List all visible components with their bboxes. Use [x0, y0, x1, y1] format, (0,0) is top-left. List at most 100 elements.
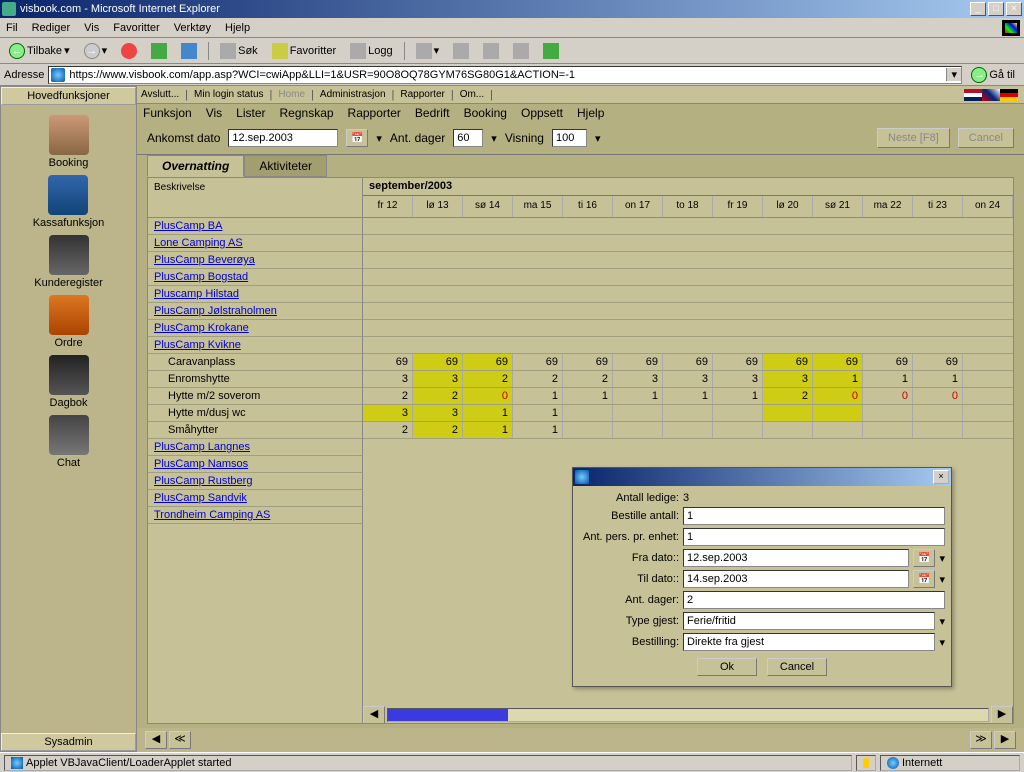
- search-button[interactable]: Søk: [215, 40, 263, 62]
- availability-cell[interactable]: 69: [613, 354, 663, 370]
- tree-row[interactable]: PlusCamp Sandvik: [148, 490, 362, 507]
- availability-cell[interactable]: [863, 405, 913, 421]
- back-button[interactable]: ←Tilbake▾: [4, 40, 75, 62]
- flag-de-icon[interactable]: [1000, 89, 1018, 101]
- amenu-funksjon[interactable]: Funksjon: [143, 106, 192, 120]
- tree-row[interactable]: PlusCamp Kvikne: [148, 337, 362, 354]
- visning-input[interactable]: [552, 129, 587, 147]
- sysadmin-button[interactable]: Sysadmin: [1, 733, 136, 751]
- address-dropdown[interactable]: ▾: [946, 68, 961, 81]
- link-om[interactable]: Om...: [460, 89, 484, 100]
- dlg-pers-input[interactable]: [683, 528, 945, 546]
- sidebar-item-booking[interactable]: Booking: [47, 113, 91, 171]
- link-rapporter[interactable]: Rapporter: [400, 89, 444, 100]
- availability-cell[interactable]: [713, 405, 763, 421]
- stop-button[interactable]: [116, 40, 142, 62]
- availability-cell[interactable]: 2: [463, 371, 513, 387]
- tree-row[interactable]: PlusCamp Rustberg: [148, 473, 362, 490]
- availability-cell[interactable]: 0: [463, 388, 513, 404]
- go-button[interactable]: →Gå til: [966, 64, 1020, 86]
- tree-row[interactable]: PlusCamp Jølstraholmen: [148, 303, 362, 320]
- availability-cell[interactable]: 0: [913, 388, 963, 404]
- tree-row[interactable]: Småhytter: [148, 422, 362, 439]
- availability-cell[interactable]: 1: [663, 388, 713, 404]
- amenu-booking[interactable]: Booking: [464, 106, 507, 120]
- tab-overnatting[interactable]: Overnatting: [147, 155, 244, 177]
- close-button[interactable]: ×: [1006, 2, 1022, 16]
- availability-cell[interactable]: 69: [413, 354, 463, 370]
- availability-cell[interactable]: [913, 422, 963, 438]
- menu-verktoy[interactable]: Verktøy: [174, 22, 211, 34]
- availability-cell[interactable]: [613, 422, 663, 438]
- menu-favoritter[interactable]: Favoritter: [113, 22, 159, 34]
- tab-aktiviteter[interactable]: Aktiviteter: [244, 155, 327, 177]
- availability-cell[interactable]: 2: [563, 371, 613, 387]
- availability-cell[interactable]: 3: [363, 371, 413, 387]
- dlg-til-cal[interactable]: [913, 570, 935, 588]
- availability-cell[interactable]: 1: [513, 405, 563, 421]
- dlg-bestilling-select[interactable]: [683, 633, 935, 651]
- availability-cell[interactable]: 1: [813, 371, 863, 387]
- availability-cell[interactable]: 69: [763, 354, 813, 370]
- availability-cell[interactable]: 1: [513, 388, 563, 404]
- availability-cell[interactable]: 2: [363, 388, 413, 404]
- tree-row[interactable]: Pluscamp Hilstad: [148, 286, 362, 303]
- availability-cell[interactable]: [813, 405, 863, 421]
- availability-cell[interactable]: 69: [913, 354, 963, 370]
- mail-button[interactable]: ▾: [411, 40, 445, 62]
- availability-cell[interactable]: 1: [613, 388, 663, 404]
- tree-row[interactable]: Lone Camping AS: [148, 235, 362, 252]
- availability-cell[interactable]: [913, 405, 963, 421]
- tree-row[interactable]: PlusCamp BA: [148, 218, 362, 235]
- availability-cell[interactable]: 1: [513, 422, 563, 438]
- availability-cell[interactable]: 69: [463, 354, 513, 370]
- edit-button[interactable]: [478, 40, 504, 62]
- availability-cell[interactable]: [863, 422, 913, 438]
- availability-cell[interactable]: 3: [613, 371, 663, 387]
- nav-last[interactable]: ▶: [994, 731, 1016, 749]
- tree-row[interactable]: PlusCamp Beverøya: [148, 252, 362, 269]
- availability-cell[interactable]: [563, 422, 613, 438]
- availability-cell[interactable]: 1: [563, 388, 613, 404]
- availability-cell[interactable]: 1: [913, 371, 963, 387]
- link-login[interactable]: Min login status: [194, 89, 263, 100]
- menu-vis[interactable]: Vis: [84, 22, 99, 34]
- amenu-hjelp[interactable]: Hjelp: [577, 106, 604, 120]
- availability-cell[interactable]: [763, 422, 813, 438]
- availability-cell[interactable]: 2: [363, 422, 413, 438]
- amenu-regnskap[interactable]: Regnskap: [280, 106, 334, 120]
- tree-row[interactable]: Caravanplass: [148, 354, 362, 371]
- dager-input[interactable]: [453, 129, 483, 147]
- availability-cell[interactable]: [763, 405, 813, 421]
- amenu-rapporter[interactable]: Rapporter: [348, 106, 401, 120]
- availability-cell[interactable]: [813, 422, 863, 438]
- tree-row[interactable]: Hytte m/2 soverom: [148, 388, 362, 405]
- dlg-bestille-input[interactable]: [683, 507, 945, 525]
- availability-cell[interactable]: [613, 405, 663, 421]
- dialog-cancel-button[interactable]: Cancel: [767, 658, 827, 676]
- availability-cell[interactable]: [663, 422, 713, 438]
- tree-row[interactable]: PlusCamp Langnes: [148, 439, 362, 456]
- refresh-button[interactable]: [146, 40, 172, 62]
- amenu-bedrift[interactable]: Bedrift: [415, 106, 450, 120]
- sidebar-item-kassa[interactable]: Kassafunksjon: [31, 173, 107, 231]
- dlg-fra-cal[interactable]: [913, 549, 935, 567]
- sidebar-item-chat[interactable]: Chat: [47, 413, 91, 471]
- availability-cell[interactable]: 1: [463, 422, 513, 438]
- link-home[interactable]: Home: [278, 89, 305, 100]
- messenger-button[interactable]: [538, 40, 564, 62]
- favorites-button[interactable]: Favoritter: [267, 40, 341, 62]
- dlg-til-input[interactable]: [683, 570, 909, 588]
- discuss-button[interactable]: [508, 40, 534, 62]
- menu-hjelp[interactable]: Hjelp: [225, 22, 250, 34]
- tree-row[interactable]: Hytte m/dusj wc: [148, 405, 362, 422]
- neste-button[interactable]: Neste [F8]: [877, 128, 950, 148]
- amenu-oppsett[interactable]: Oppsett: [521, 106, 563, 120]
- history-button[interactable]: Logg: [345, 40, 397, 62]
- ankomst-calendar-button[interactable]: [346, 129, 368, 147]
- availability-cell[interactable]: 2: [513, 371, 563, 387]
- horizontal-scrollbar[interactable]: ◀ ▶: [363, 707, 1013, 723]
- link-avslutt[interactable]: Avslutt...: [141, 89, 179, 100]
- dlg-fra-input[interactable]: [683, 549, 909, 567]
- cancel-button[interactable]: Cancel: [958, 128, 1014, 148]
